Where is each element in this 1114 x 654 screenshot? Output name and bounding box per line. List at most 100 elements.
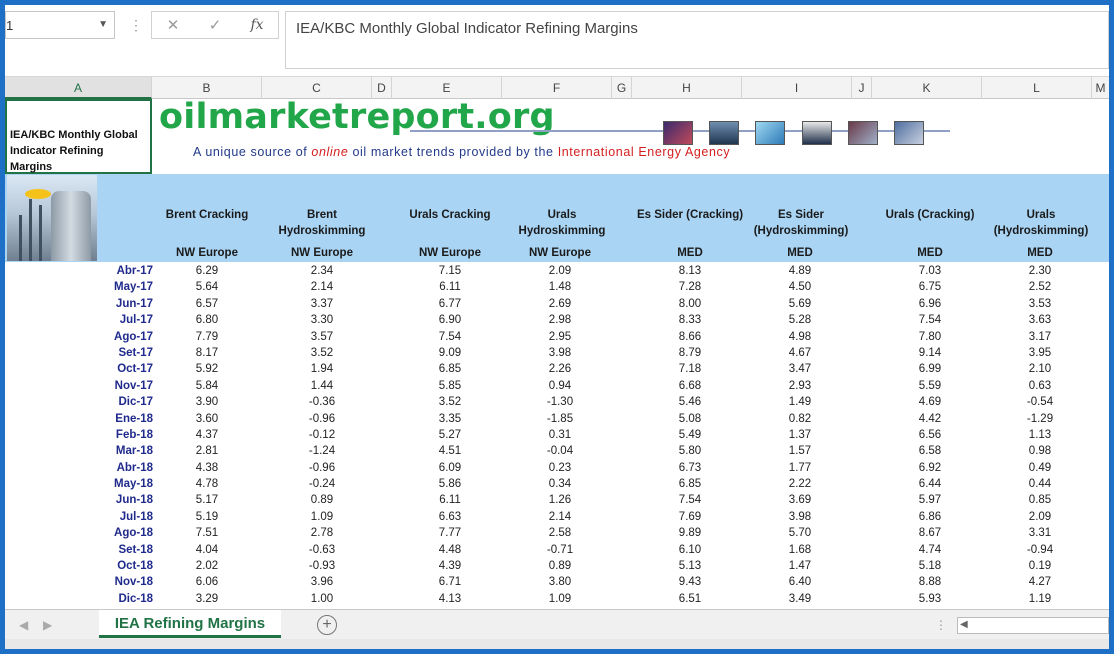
value-cell[interactable]: 5.69 — [745, 296, 855, 312]
value-cell[interactable]: 4.48 — [395, 542, 505, 558]
value-cell[interactable]: 0.23 — [505, 460, 615, 476]
more-options-icon[interactable]: ⋮ — [129, 17, 143, 34]
value-cell[interactable]: 6.86 — [875, 509, 985, 525]
month-cell[interactable]: Mar-18 — [65, 443, 153, 459]
month-cell[interactable]: Nov-17 — [65, 378, 153, 394]
value-cell[interactable]: 1.26 — [505, 492, 615, 508]
value-cell[interactable]: 2.69 — [505, 296, 615, 312]
value-cell[interactable]: 2.52 — [985, 279, 1095, 295]
value-cell[interactable]: 7.18 — [635, 361, 745, 377]
value-cell[interactable]: 6.77 — [395, 296, 505, 312]
value-cell[interactable]: 4.78 — [152, 476, 262, 492]
value-cell[interactable]: 5.46 — [635, 394, 745, 410]
value-cell[interactable]: 3.53 — [985, 296, 1095, 312]
value-cell[interactable]: 7.80 — [875, 329, 985, 345]
value-cell[interactable]: 3.69 — [745, 492, 855, 508]
column-header-h[interactable]: H — [632, 77, 742, 99]
value-cell[interactable]: -0.24 — [267, 476, 377, 492]
value-cell[interactable]: 2.58 — [505, 525, 615, 541]
value-cell[interactable]: 2.26 — [505, 361, 615, 377]
value-cell[interactable]: 1.57 — [745, 443, 855, 459]
value-cell[interactable]: 7.54 — [875, 312, 985, 328]
value-cell[interactable]: 1.44 — [267, 378, 377, 394]
month-cell[interactable]: Set-18 — [65, 542, 153, 558]
value-cell[interactable]: 6.11 — [395, 279, 505, 295]
name-box[interactable]: 1 ▼ — [5, 11, 115, 39]
column-header-g[interactable]: G — [612, 77, 632, 99]
value-cell[interactable]: 0.94 — [505, 378, 615, 394]
value-cell[interactable]: 3.98 — [745, 509, 855, 525]
value-cell[interactable]: 6.85 — [395, 361, 505, 377]
horizontal-scrollbar[interactable]: ◀ — [957, 617, 1109, 634]
value-cell[interactable]: 3.63 — [985, 312, 1095, 328]
value-cell[interactable]: 8.17 — [152, 345, 262, 361]
value-cell[interactable]: 4.67 — [745, 345, 855, 361]
insert-function-icon[interactable]: fx — [242, 17, 272, 33]
value-cell[interactable]: 4.51 — [395, 443, 505, 459]
value-cell[interactable]: 3.49 — [745, 591, 855, 607]
value-cell[interactable]: -0.36 — [267, 394, 377, 410]
value-cell[interactable]: 3.57 — [267, 329, 377, 345]
column-header-m[interactable]: M — [1092, 77, 1109, 99]
value-cell[interactable]: 2.10 — [985, 361, 1095, 377]
value-cell[interactable]: 2.09 — [505, 263, 615, 279]
value-cell[interactable]: 2.09 — [985, 509, 1095, 525]
value-cell[interactable]: 5.70 — [745, 525, 855, 541]
value-cell[interactable]: 5.93 — [875, 591, 985, 607]
value-cell[interactable]: 0.31 — [505, 427, 615, 443]
month-cell[interactable]: Dic-17 — [65, 394, 153, 410]
value-cell[interactable]: 0.44 — [985, 476, 1095, 492]
value-cell[interactable]: -0.93 — [267, 558, 377, 574]
value-cell[interactable]: 2.14 — [505, 509, 615, 525]
value-cell[interactable]: 3.31 — [985, 525, 1095, 541]
value-cell[interactable]: 5.49 — [635, 427, 745, 443]
value-cell[interactable]: 1.19 — [985, 591, 1095, 607]
value-cell[interactable]: 3.90 — [152, 394, 262, 410]
value-cell[interactable]: 2.34 — [267, 263, 377, 279]
value-cell[interactable]: 7.54 — [395, 329, 505, 345]
value-cell[interactable]: 7.77 — [395, 525, 505, 541]
month-cell[interactable]: Jun-18 — [65, 492, 153, 508]
value-cell[interactable]: -0.96 — [267, 411, 377, 427]
column-header-i[interactable]: I — [742, 77, 852, 99]
value-cell[interactable]: 7.69 — [635, 509, 745, 525]
value-cell[interactable]: 1.09 — [505, 591, 615, 607]
column-header-d[interactable]: D — [372, 77, 392, 99]
value-cell[interactable]: 3.47 — [745, 361, 855, 377]
month-cell[interactable]: May-18 — [65, 476, 153, 492]
value-cell[interactable]: 8.66 — [635, 329, 745, 345]
value-cell[interactable]: 0.98 — [985, 443, 1095, 459]
value-cell[interactable]: 2.81 — [152, 443, 262, 459]
month-cell[interactable]: Dic-18 — [65, 591, 153, 607]
value-cell[interactable]: 2.78 — [267, 525, 377, 541]
value-cell[interactable]: 6.44 — [875, 476, 985, 492]
value-cell[interactable]: 1.47 — [745, 558, 855, 574]
value-cell[interactable]: 8.33 — [635, 312, 745, 328]
value-cell[interactable]: 5.85 — [395, 378, 505, 394]
sheet-tab-iea-refining-margins[interactable]: IEA Refining Margins — [99, 610, 281, 638]
value-cell[interactable]: 6.90 — [395, 312, 505, 328]
value-cell[interactable]: 8.13 — [635, 263, 745, 279]
value-cell[interactable]: 5.64 — [152, 279, 262, 295]
value-cell[interactable]: 3.29 — [152, 591, 262, 607]
month-cell[interactable]: Ene-18 — [65, 411, 153, 427]
value-cell[interactable]: 6.75 — [875, 279, 985, 295]
value-cell[interactable]: 5.84 — [152, 378, 262, 394]
column-header-j[interactable]: J — [852, 77, 872, 99]
value-cell[interactable]: 4.37 — [152, 427, 262, 443]
month-cell[interactable]: May-17 — [65, 279, 153, 295]
value-cell[interactable]: 6.40 — [745, 574, 855, 590]
value-cell[interactable]: 3.30 — [267, 312, 377, 328]
value-cell[interactable]: 6.68 — [635, 378, 745, 394]
value-cell[interactable]: 4.13 — [395, 591, 505, 607]
value-cell[interactable]: 6.09 — [395, 460, 505, 476]
value-cell[interactable]: 3.52 — [267, 345, 377, 361]
month-cell[interactable]: Abr-17 — [65, 263, 153, 279]
chevron-down-icon[interactable]: ▼ — [98, 19, 108, 30]
splitter-icon[interactable]: ⋮ — [935, 618, 947, 632]
month-cell[interactable]: Abr-18 — [65, 460, 153, 476]
value-cell[interactable]: 6.58 — [875, 443, 985, 459]
formula-input[interactable]: IEA/KBC Monthly Global Indicator Refinin… — [285, 11, 1109, 69]
month-cell[interactable]: Jun-17 — [65, 296, 153, 312]
value-cell[interactable]: 2.98 — [505, 312, 615, 328]
